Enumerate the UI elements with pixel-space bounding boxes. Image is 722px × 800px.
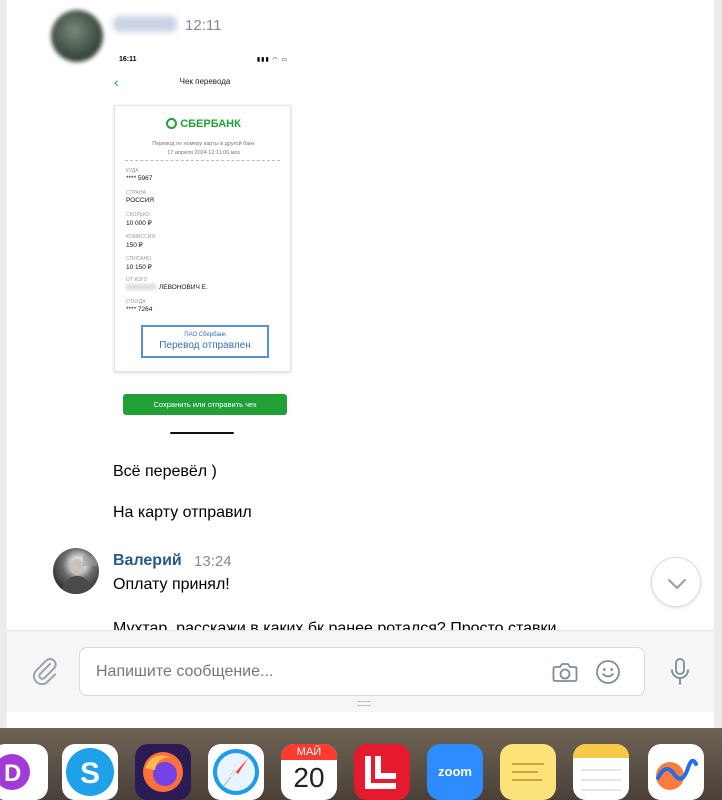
messenger-window: 12:11 16:11 ▮▮▮ ◠ ▭ ‹ Чек перевода СБЕРБ…	[0, 0, 722, 728]
home-indicator	[170, 432, 234, 434]
blurred-name	[126, 284, 156, 291]
safari-icon[interactable]	[208, 744, 264, 800]
divider	[125, 160, 280, 161]
calendar-month: МАЙ	[281, 744, 337, 760]
receipt-subtitle-line: Перевод по номеру карты в другой банк	[152, 141, 255, 147]
sender-surname: ЛЕВОНОВИЧ Е.	[159, 284, 208, 291]
sender-name-blurred[interactable]	[113, 16, 177, 32]
zoom-icon[interactable]: zoom	[427, 744, 483, 800]
app-d-icon[interactable]: D	[0, 744, 48, 800]
sender-name[interactable]: Валерий	[113, 552, 182, 570]
field-label: СКОЛЬКО	[126, 212, 150, 218]
field-value: **** 7264	[126, 306, 153, 313]
message-text: Всё перевёл )	[113, 463, 217, 480]
message-text: На карту отправил	[113, 504, 252, 521]
app-l-icon[interactable]	[354, 744, 410, 800]
avatar-photo	[61, 556, 97, 594]
attached-screenshot[interactable]: 16:11 ▮▮▮ ◠ ▭ ‹ Чек перевода СБЕРБАНК Пе…	[110, 50, 300, 445]
freeform-icon[interactable]	[648, 744, 704, 800]
resize-grip[interactable]	[357, 701, 371, 706]
field-label: КУДА	[126, 168, 139, 174]
field-value: РОССИЯ	[126, 197, 155, 204]
stickies-icon[interactable]	[500, 744, 556, 800]
avatar[interactable]	[51, 10, 103, 62]
smile-icon[interactable]	[595, 659, 621, 685]
chat-history[interactable]: 12:11 16:11 ▮▮▮ ◠ ▭ ‹ Чек перевода СБЕРБ…	[7, 0, 714, 630]
save-receipt-button: Сохранить или отправить чек	[123, 394, 287, 415]
receipt-card: СБЕРБАНК Перевод по номеру карты в друго…	[114, 105, 291, 372]
svg-text:D: D	[4, 760, 21, 787]
message-text: Мухтар, расскажи в каких бк ранее роталс…	[113, 620, 557, 630]
field-label: КОМИССИЯ	[126, 234, 155, 240]
bank-name: СБЕРБАНК	[180, 118, 241, 130]
status-stamp: ПАО Сбербанк Перевод отправлен	[141, 325, 269, 358]
status-bar-icons: ▮▮▮ ◠ ▭	[256, 57, 288, 63]
message-time: 13:24	[194, 553, 232, 570]
skype-icon[interactable]: S	[62, 744, 118, 800]
message-composer	[7, 630, 714, 712]
bank-logo: СБЕРБАНК	[115, 118, 292, 130]
field-label: СПИСАНО	[126, 256, 152, 262]
svg-text:S: S	[80, 757, 100, 790]
firefox-icon[interactable]	[135, 744, 191, 800]
field-label: ОТКУДА	[126, 299, 146, 305]
message-time: 12:11	[185, 17, 222, 34]
notes-header	[573, 744, 629, 758]
chevron-down-icon	[667, 578, 687, 590]
paperclip-icon[interactable]	[29, 655, 59, 686]
field-value: **** 5967	[126, 175, 153, 182]
scroll-down-button[interactable]	[651, 557, 701, 607]
field-value: 10 000 ₽	[126, 220, 152, 227]
window-right-edge	[714, 0, 722, 728]
stamp-bank: ПАО Сбербанк	[184, 332, 226, 338]
message-input[interactable]	[96, 661, 536, 683]
message-text: Оплату принял!	[113, 576, 230, 593]
screen-title: Чек перевода	[179, 77, 231, 86]
stamp-status: Перевод отправлен	[159, 340, 251, 351]
dock: D S МАЙ 20 zoom	[0, 728, 722, 800]
camera-icon[interactable]	[552, 660, 578, 684]
field-value-sender: ЛЕВОНОВИЧ Е.	[126, 284, 208, 291]
sber-logo-icon	[166, 118, 178, 129]
receipt-date: 17 апреля 2024 12:11:06 мск	[167, 150, 240, 156]
field-label: СТРАНА	[126, 190, 146, 196]
receipt-subtitle: Перевод по номеру карты в другой банк 17…	[115, 140, 292, 158]
field-label: ОТ КОГО	[126, 277, 148, 283]
notes-icon[interactable]	[573, 744, 629, 800]
zoom-label: zoom	[438, 764, 472, 779]
field-value: 10 150 ₽	[126, 264, 152, 271]
status-bar-time: 16:11	[119, 56, 137, 63]
calendar-day: 20	[293, 762, 325, 793]
microphone-icon[interactable]	[669, 657, 691, 687]
calendar-icon[interactable]: МАЙ 20	[281, 744, 337, 800]
field-value: 150 ₽	[126, 242, 143, 249]
avatar[interactable]	[53, 548, 99, 594]
message-input-box[interactable]	[79, 647, 645, 696]
window-left-edge	[0, 0, 7, 728]
